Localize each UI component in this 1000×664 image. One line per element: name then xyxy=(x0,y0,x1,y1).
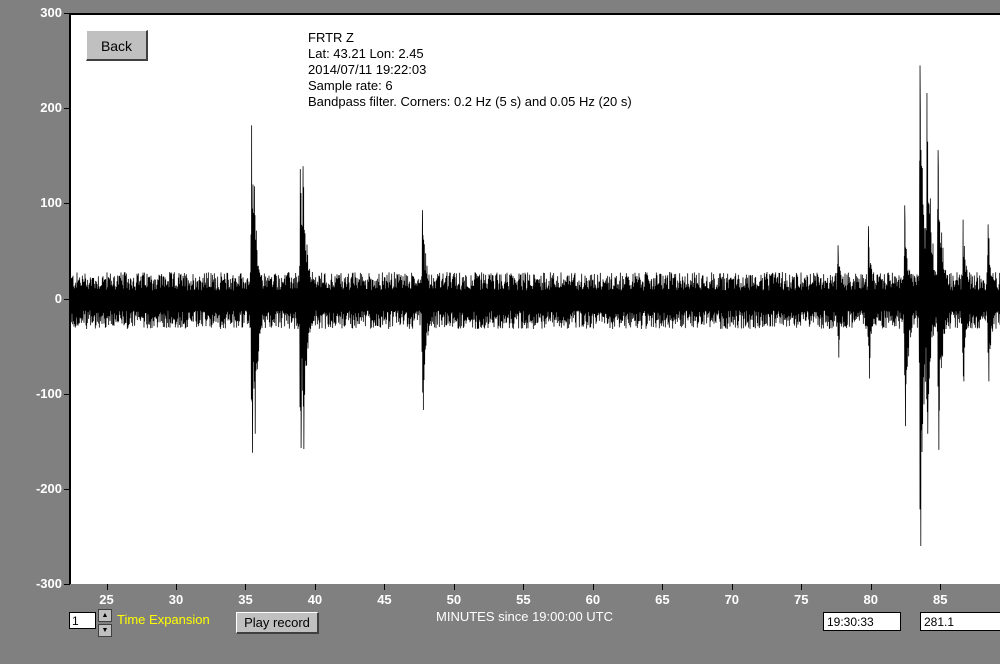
x-tick-mark xyxy=(453,584,455,590)
x-tick-label: 80 xyxy=(863,592,878,607)
x-tick-mark xyxy=(801,584,803,590)
x-tick-mark xyxy=(384,584,386,590)
x-tick-mark xyxy=(314,584,316,590)
time-expansion-spinner[interactable]: ▲ ▼ xyxy=(98,609,112,637)
y-tick-mark xyxy=(64,203,70,205)
y-tick-mark xyxy=(64,584,70,585)
y-tick-label: -100 xyxy=(35,385,62,401)
sample-rate: Sample rate: 6 xyxy=(308,78,393,93)
x-tick-label: 60 xyxy=(585,592,601,607)
x-tick-mark xyxy=(106,584,108,590)
x-tick-mark xyxy=(731,584,733,590)
x-tick-label: 65 xyxy=(655,592,670,607)
x-axis-label: MINUTES since 19:00:00 UTC xyxy=(436,609,614,624)
x-tick-mark xyxy=(245,584,247,590)
time-readout: 19:30:33 xyxy=(823,612,901,631)
record-datetime: 2014/07/11 19:22:03 xyxy=(308,62,427,77)
y-tick-label: 300 xyxy=(40,5,62,20)
x-tick-label: 25 xyxy=(99,592,114,607)
x-tick-mark xyxy=(523,584,525,590)
spinner-down-icon[interactable]: ▼ xyxy=(98,624,112,637)
y-tick-label: -300 xyxy=(35,576,62,591)
y-tick-label: -200 xyxy=(35,480,62,496)
time-expansion-input[interactable]: 1 xyxy=(69,612,96,629)
spinner-up-icon[interactable]: ▲ xyxy=(98,609,112,622)
x-tick-mark xyxy=(592,584,594,590)
x-tick-label: 30 xyxy=(168,592,184,607)
x-tick-mark xyxy=(662,584,664,590)
time-expansion-label: Time Expansion xyxy=(117,612,210,627)
x-tick-mark xyxy=(870,584,872,590)
y-tick-mark xyxy=(64,488,70,490)
x-tick-mark xyxy=(175,584,177,590)
x-tick-label: 85 xyxy=(933,592,948,607)
station-name: FRTR Z xyxy=(308,30,354,45)
y-tick-label: 0 xyxy=(54,290,62,306)
back-button[interactable]: Back xyxy=(86,30,148,61)
x-tick-label: 70 xyxy=(724,592,740,607)
value-readout: 281.1 xyxy=(920,612,1000,631)
filter-info: Bandpass filter. Corners: 0.2 Hz (5 s) a… xyxy=(308,94,632,109)
y-tick-label: 100 xyxy=(40,195,62,211)
y-tick-mark xyxy=(64,298,70,300)
x-tick-label: 75 xyxy=(794,592,809,607)
x-tick-label: 50 xyxy=(446,592,462,607)
x-tick-label: 35 xyxy=(238,592,253,607)
x-tick-mark xyxy=(940,584,942,590)
x-tick-label: 55 xyxy=(516,592,531,607)
x-tick-label: 40 xyxy=(307,592,323,607)
y-tick-mark xyxy=(64,13,70,14)
station-location: Lat: 43.21 Lon: 2.45 xyxy=(308,46,424,61)
y-tick-mark xyxy=(64,108,70,110)
station-info: FRTR Z Lat: 43.21 Lon: 2.45 2014/07/11 1… xyxy=(308,30,632,110)
y-tick-label: 200 xyxy=(40,100,62,116)
seismogram-series-line xyxy=(71,65,1000,547)
x-tick-label: 45 xyxy=(377,592,392,607)
play-record-button[interactable]: Play record xyxy=(236,612,319,634)
y-tick-mark xyxy=(64,393,70,395)
